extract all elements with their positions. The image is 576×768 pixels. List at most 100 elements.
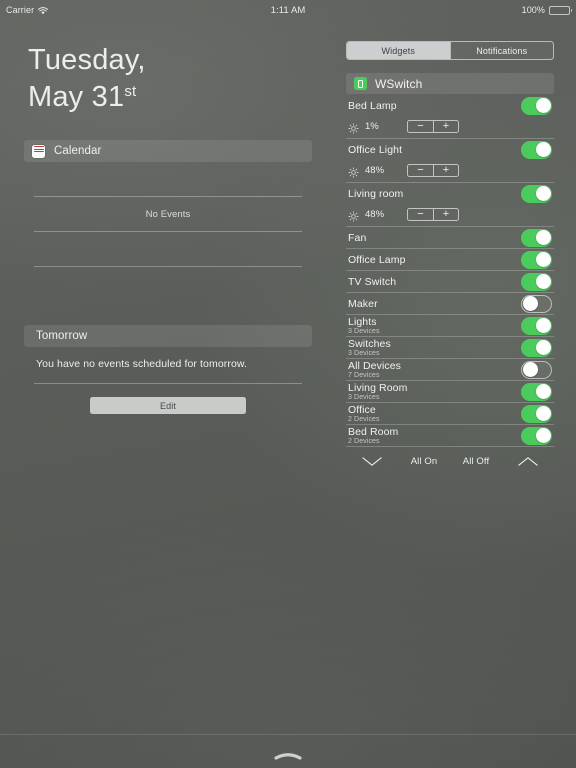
battery-full-icon xyxy=(549,5,573,15)
wswitch-widget-title: WSwitch xyxy=(375,76,423,91)
group-device-count: 3 Devices xyxy=(348,394,380,402)
dimmer-brightness-value: 48% xyxy=(365,208,385,220)
switch-name: Office Lamp xyxy=(348,253,406,266)
dimmer-decrease-button[interactable]: − xyxy=(408,209,433,220)
group-row-lights[interactable]: Lights 3 Devices xyxy=(346,315,554,337)
expand-button[interactable] xyxy=(502,456,554,467)
group-label-wrap: Bed Room 2 Devices xyxy=(348,426,521,446)
all-off-button[interactable]: All Off xyxy=(450,456,502,467)
dimmer-label-wrap: Office Light xyxy=(348,144,521,156)
dimmer-row-main: Bed Lamp xyxy=(348,95,552,116)
switch-label-wrap: TV Switch xyxy=(348,276,521,288)
brightness-icon xyxy=(348,165,359,178)
group-label-wrap: Lights 3 Devices xyxy=(348,316,521,336)
dimmer-toggle[interactable] xyxy=(521,96,552,115)
switch-row-office-lamp[interactable]: Office Lamp xyxy=(346,249,554,271)
status-bar-clock: 1:11 AM xyxy=(270,4,306,16)
calendar-slot-empty-mid xyxy=(34,232,302,266)
all-on-button[interactable]: All On xyxy=(398,456,450,467)
switch-row-maker[interactable]: Maker xyxy=(346,293,554,315)
no-events-label: No Events xyxy=(145,208,191,220)
switch-toggle[interactable] xyxy=(521,272,552,291)
grabber-handle-icon xyxy=(273,747,303,760)
brightness-icon xyxy=(348,121,359,134)
dimmer-toggle[interactable] xyxy=(521,184,552,203)
group-toggle[interactable] xyxy=(521,338,552,357)
switch-label-wrap: Office Lamp xyxy=(348,254,521,266)
notification-center-bottom-bar[interactable] xyxy=(0,734,576,768)
calendar-widget-body: No Events xyxy=(24,162,312,301)
group-toggle[interactable] xyxy=(521,426,552,445)
tab-notifications[interactable]: Notifications xyxy=(449,42,554,59)
group-label-wrap: All Devices 7 Devices xyxy=(348,360,521,380)
date-month-day: May 31 xyxy=(28,81,125,114)
group-label-wrap: Switches 3 Devices xyxy=(348,338,521,358)
calendar-widget-header[interactable]: Calendar xyxy=(24,140,312,163)
tomorrow-widget-header[interactable]: Tomorrow xyxy=(24,325,312,348)
dimmer-row-bed-lamp[interactable]: Bed Lamp 1% − + xyxy=(346,95,554,139)
dimmer-decrease-button[interactable]: − xyxy=(408,165,433,176)
group-row-main: All Devices 7 Devices xyxy=(348,359,552,380)
status-bar-right: 100% xyxy=(305,5,573,15)
wswitch-widget-header[interactable]: WSwitch xyxy=(346,73,554,94)
group-label-wrap: Living Room 3 Devices xyxy=(348,382,521,402)
dimmer-increase-button[interactable]: + xyxy=(433,208,458,220)
switch-toggle[interactable] xyxy=(521,228,552,247)
dimmer-row-main: Living room xyxy=(348,183,552,204)
dimmer-name: Office Light xyxy=(348,143,403,156)
edit-button[interactable]: Edit xyxy=(90,397,246,415)
dimmer-row-office-light[interactable]: Office Light 48% − + xyxy=(346,139,554,183)
tab-widgets[interactable]: Widgets xyxy=(347,42,450,59)
wifi-icon xyxy=(38,7,49,15)
group-row-office[interactable]: Office 2 Devices xyxy=(346,403,554,425)
dimmer-brightness-controls: 1% − + xyxy=(348,116,552,138)
calendar-widget-title: Calendar xyxy=(54,145,102,158)
group-row-bed-room[interactable]: Bed Room 2 Devices xyxy=(346,425,554,447)
switch-row-fan[interactable]: Fan xyxy=(346,227,554,249)
group-toggle[interactable] xyxy=(521,404,552,423)
switch-name: Maker xyxy=(348,297,378,310)
chevron-up-icon xyxy=(517,456,539,467)
switch-row-main: TV Switch xyxy=(348,271,552,292)
group-name: Switches xyxy=(348,337,391,350)
dimmer-row-living-room[interactable]: Living room 48% − + xyxy=(346,183,554,227)
group-row-all-devices[interactable]: All Devices 7 Devices xyxy=(346,359,554,381)
widgets-notifications-segmented-control[interactable]: Widgets Notifications xyxy=(346,41,554,60)
group-toggle[interactable] xyxy=(521,360,552,379)
status-bar: Carrier 1:11 AM 100% xyxy=(0,0,576,20)
switch-row-main: Office Lamp xyxy=(348,249,552,270)
group-row-switches[interactable]: Switches 3 Devices xyxy=(346,337,554,359)
switch-row-main: Fan xyxy=(348,227,552,248)
dimmer-stepper[interactable]: − + xyxy=(407,119,459,133)
dimmer-increase-button[interactable]: + xyxy=(433,164,458,176)
dimmer-name: Bed Lamp xyxy=(348,99,397,112)
dimmer-label-wrap: Bed Lamp xyxy=(348,100,521,112)
calendar-no-events-slot: No Events xyxy=(34,197,302,231)
carrier-label: Carrier xyxy=(6,5,35,15)
group-toggle[interactable] xyxy=(521,316,552,335)
wswitch-rows: Bed Lamp 1% − + Office Light 48% − + Liv… xyxy=(346,95,554,447)
dimmer-increase-button[interactable]: + xyxy=(433,120,458,132)
notification-center-body: Tuesday, May 31st Calendar No Events Tom… xyxy=(0,20,576,734)
switch-toggle[interactable] xyxy=(521,294,552,313)
calendar-slot-empty-top xyxy=(34,162,302,196)
date-weekday: Tuesday, xyxy=(28,44,146,76)
group-row-living-room[interactable]: Living Room 3 Devices xyxy=(346,381,554,403)
edit-button-area: Edit xyxy=(24,384,312,415)
group-toggle[interactable] xyxy=(521,382,552,401)
switch-toggle[interactable] xyxy=(521,250,552,269)
date-month-day-line: May 31st xyxy=(28,79,312,116)
switch-row-tv-switch[interactable]: TV Switch xyxy=(346,271,554,293)
dimmer-toggle[interactable] xyxy=(521,140,552,159)
dimmer-stepper[interactable]: − + xyxy=(407,163,459,177)
group-label-wrap: Office 2 Devices xyxy=(348,404,521,424)
tomorrow-widget-body: You have no events scheduled for tomorro… xyxy=(36,358,248,371)
collapse-button[interactable] xyxy=(346,456,398,467)
battery-percent-label: 100% xyxy=(521,5,546,15)
dimmer-stepper[interactable]: − + xyxy=(407,207,459,221)
group-device-count: 3 Devices xyxy=(348,350,380,358)
group-row-main: Office 2 Devices xyxy=(348,403,552,424)
group-device-count: 7 Devices xyxy=(348,372,380,380)
dimmer-decrease-button[interactable]: − xyxy=(408,121,433,132)
group-name: All Devices xyxy=(348,359,402,372)
